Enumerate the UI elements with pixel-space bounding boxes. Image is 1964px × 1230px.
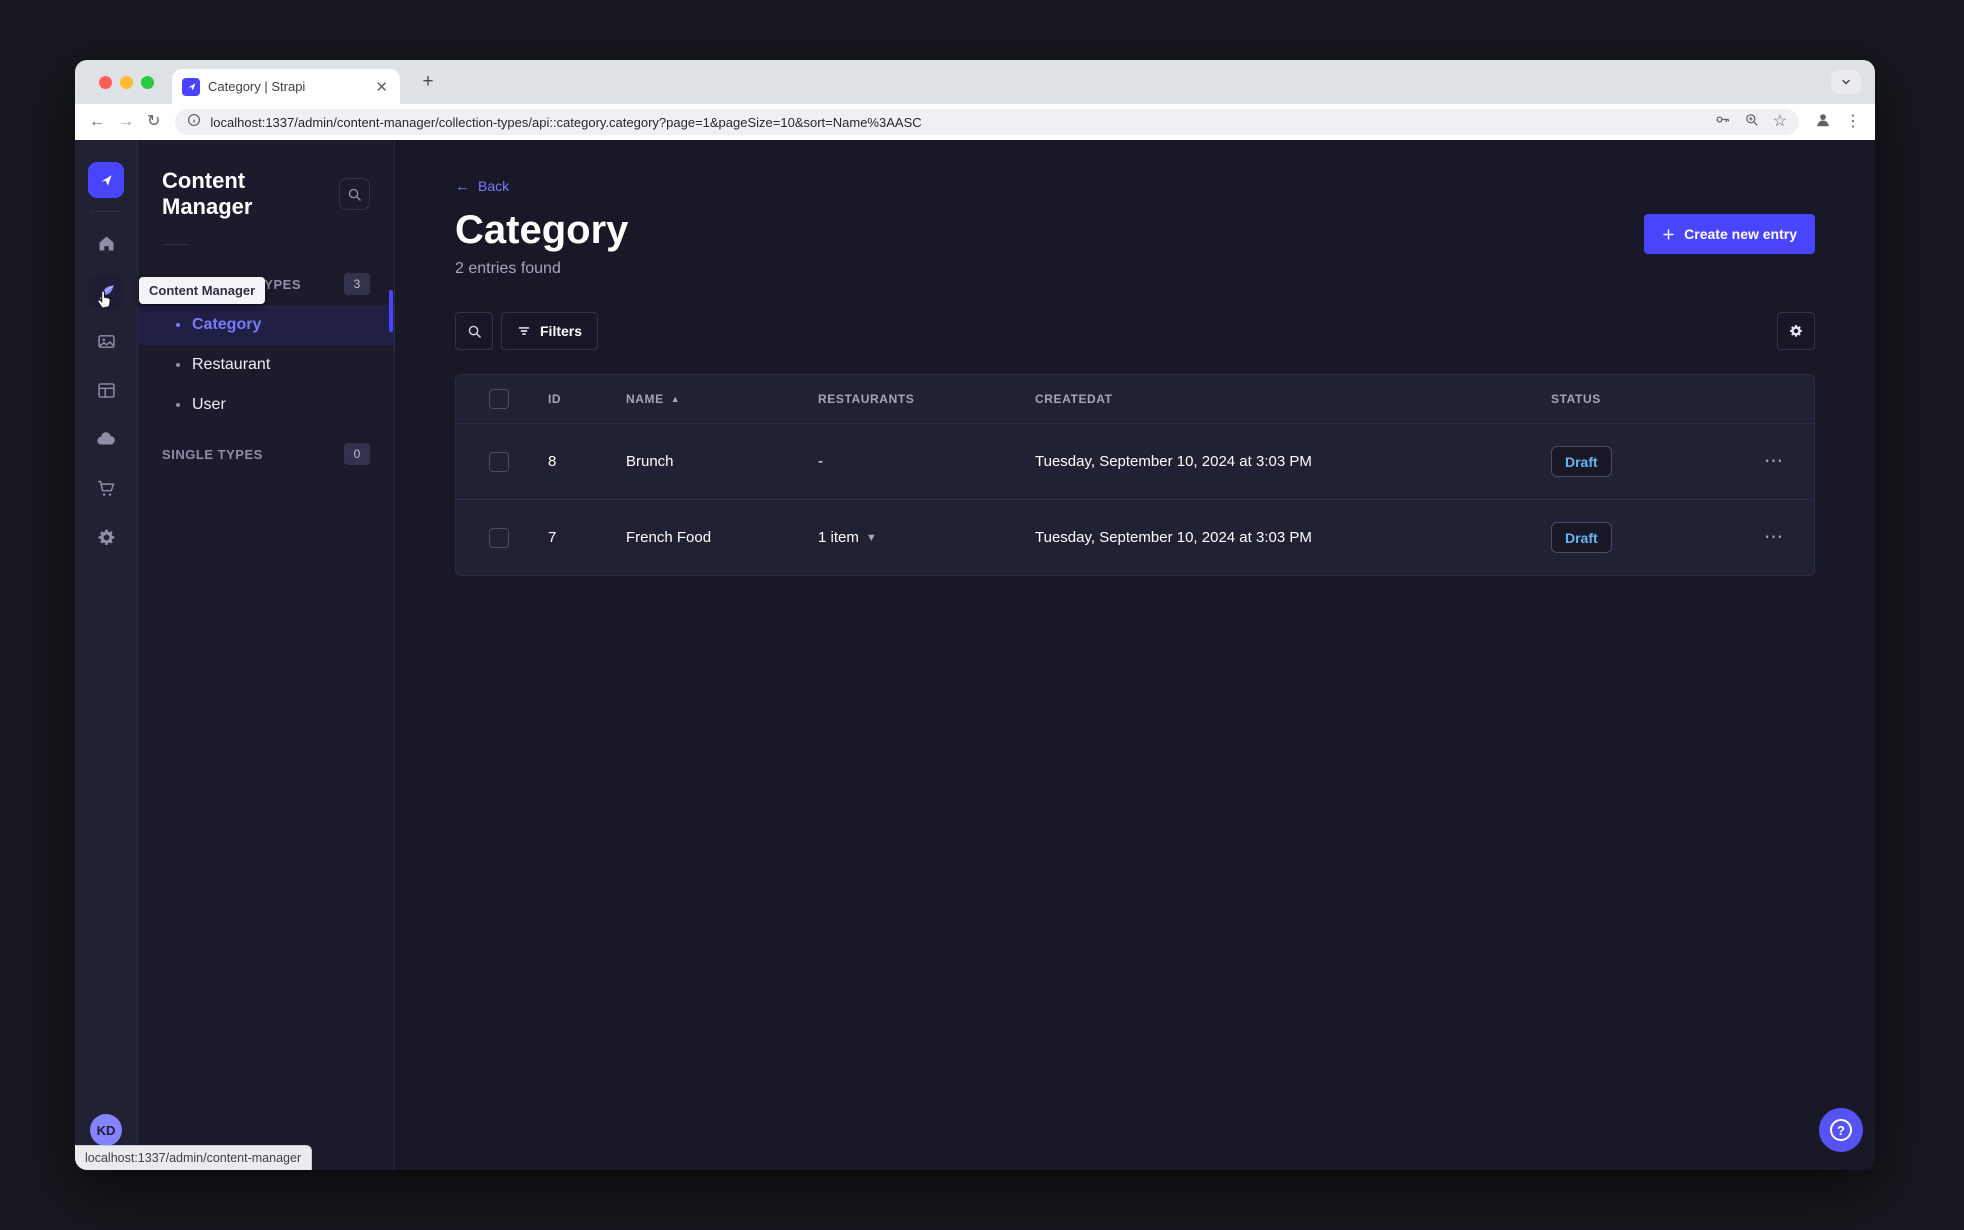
back-button-icon[interactable]: ← xyxy=(89,114,105,130)
single-types-count-badge: 0 xyxy=(344,443,370,465)
browser-window: Category | Strapi ✕ + ← → ↻ localhost:13… xyxy=(75,60,1875,1170)
table-header-row: ID NAME ▲ RESTAURANTS CREATEDAT STATUS xyxy=(456,375,1814,423)
main-content: ← Back Category 2 entries found Create n… xyxy=(395,140,1875,1170)
view-settings-gear-button[interactable] xyxy=(1777,312,1815,350)
bullet-icon xyxy=(176,363,180,367)
chevron-down-icon: ▼ xyxy=(865,531,877,544)
nav-content-type-builder-icon[interactable] xyxy=(88,372,124,408)
sort-ascending-icon: ▲ xyxy=(670,394,681,404)
nav-marketplace-icon[interactable] xyxy=(88,470,124,506)
entries-table: ID NAME ▲ RESTAURANTS CREATEDAT STATUS 8 … xyxy=(455,374,1815,576)
strapi-app: KD Content Manager COLLECTION TYPES 3 Ca… xyxy=(75,140,1875,1170)
bookmark-star-icon[interactable]: ☆ xyxy=(1773,114,1787,130)
single-types-label: SINGLE TYPES xyxy=(162,446,263,462)
help-button[interactable]: ? xyxy=(1819,1108,1863,1152)
cell-restaurants[interactable]: 1 item ▼ xyxy=(818,529,1035,546)
close-window-button[interactable] xyxy=(99,75,112,89)
cell-restaurants: - xyxy=(818,453,823,470)
new-tab-button[interactable]: + xyxy=(414,68,442,96)
browser-menu-icon[interactable]: ⋮ xyxy=(1845,114,1861,130)
bullet-icon xyxy=(176,323,180,327)
back-link[interactable]: ← Back xyxy=(455,178,509,194)
profile-avatar-icon[interactable] xyxy=(1814,111,1832,134)
question-mark-icon: ? xyxy=(1830,1119,1852,1141)
strapi-logo-icon[interactable] xyxy=(88,162,124,198)
forward-button-icon[interactable]: → xyxy=(118,114,134,130)
row-actions-menu-icon[interactable]: ⋯ xyxy=(1764,452,1784,471)
column-header-status[interactable]: STATUS xyxy=(1551,392,1751,406)
cell-name: French Food xyxy=(626,529,712,546)
column-header-name[interactable]: NAME ▲ xyxy=(626,392,818,406)
password-key-icon[interactable] xyxy=(1714,111,1731,133)
url-bar[interactable]: localhost:1337/admin/content-manager/col… xyxy=(175,109,1799,135)
status-badge: Draft xyxy=(1551,522,1612,553)
url-text: localhost:1337/admin/content-manager/col… xyxy=(210,114,922,130)
browser-tab[interactable]: Category | Strapi ✕ xyxy=(172,69,400,104)
row-checkbox[interactable] xyxy=(489,451,509,472)
cell-id: 7 xyxy=(548,529,557,546)
maximize-window-button[interactable] xyxy=(141,75,154,89)
filters-button[interactable]: Filters xyxy=(501,312,599,350)
minimize-window-button[interactable] xyxy=(120,75,133,89)
mouse-cursor-hand xyxy=(94,287,115,315)
status-badge: Draft xyxy=(1551,446,1612,477)
entries-count: 2 entries found xyxy=(455,260,561,277)
cell-name: Brunch xyxy=(626,453,674,470)
column-header-createdat[interactable]: CREATEDAT xyxy=(1035,392,1551,406)
subnav-scrollbar-thumb[interactable] xyxy=(389,290,393,332)
zoom-in-icon[interactable] xyxy=(1744,112,1760,133)
reload-button-icon[interactable]: ↻ xyxy=(147,114,160,130)
select-all-checkbox[interactable] xyxy=(489,389,509,409)
subnav-item-restaurant[interactable]: Restaurant xyxy=(138,345,394,385)
cell-createdat: Tuesday, September 10, 2024 at 3:03 PM xyxy=(1035,529,1312,546)
tab-title: Category | Strapi xyxy=(208,79,306,94)
page-title: Category xyxy=(455,208,629,252)
cell-createdat: Tuesday, September 10, 2024 at 3:03 PM xyxy=(1035,453,1312,470)
browser-toolbar: ← → ↻ localhost:1337/admin/content-manag… xyxy=(75,104,1875,140)
subnav-divider xyxy=(164,244,188,245)
column-header-restaurants[interactable]: RESTAURANTS xyxy=(818,392,1035,406)
nav-divider xyxy=(91,211,121,212)
browser-tabstrip: Category | Strapi ✕ + xyxy=(75,60,1875,104)
row-actions-menu-icon[interactable]: ⋯ xyxy=(1764,528,1784,547)
nav-settings-icon[interactable] xyxy=(88,519,124,555)
back-arrow-icon: ← xyxy=(455,177,470,195)
content-manager-tooltip: Content Manager xyxy=(139,277,266,304)
cell-id: 8 xyxy=(548,453,557,470)
nav-deploy-cloud-icon[interactable] xyxy=(88,421,124,457)
subnav-title: Content Manager xyxy=(162,168,253,219)
tab-close-icon[interactable]: ✕ xyxy=(373,78,390,96)
bullet-icon xyxy=(176,403,180,407)
subnav-item-user[interactable]: User xyxy=(138,385,394,425)
site-info-icon[interactable] xyxy=(187,113,201,132)
strapi-favicon-icon xyxy=(182,77,200,96)
subnav-item-category[interactable]: Category xyxy=(138,305,394,345)
row-checkbox[interactable] xyxy=(489,527,509,548)
link-status-tooltip: localhost:1337/admin/content-manager xyxy=(75,1145,313,1170)
window-controls xyxy=(99,75,154,89)
user-avatar[interactable]: KD xyxy=(90,1114,122,1146)
tab-search-chevron-icon[interactable] xyxy=(1831,70,1861,94)
collection-types-count-badge: 3 xyxy=(344,273,370,295)
nav-home-icon[interactable] xyxy=(88,225,124,261)
nav-media-library-icon[interactable] xyxy=(88,323,124,359)
subnav-search-button[interactable] xyxy=(338,178,370,210)
table-search-button[interactable] xyxy=(455,312,493,350)
table-row[interactable]: 7 French Food 1 item ▼ Tuesday, Septembe… xyxy=(456,499,1814,575)
column-header-id[interactable]: ID xyxy=(548,392,626,406)
table-row[interactable]: 8 Brunch - Tuesday, September 10, 2024 a… xyxy=(456,423,1814,499)
create-new-entry-button[interactable]: Create new entry xyxy=(1644,214,1815,254)
